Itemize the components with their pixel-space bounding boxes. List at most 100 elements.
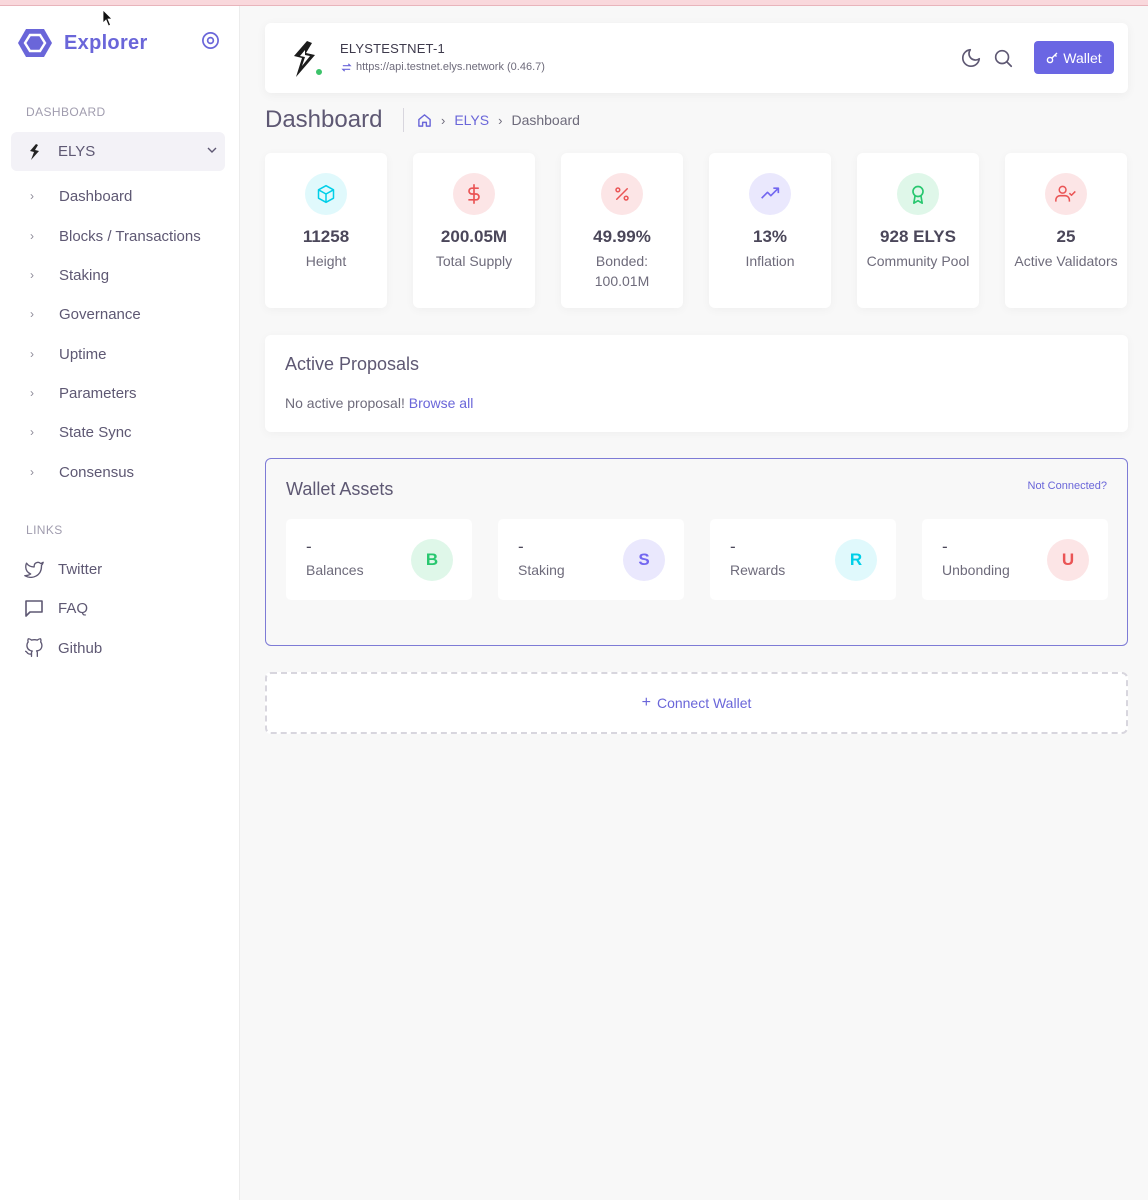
sidebar-item-consensus[interactable]: › Consensus — [30, 461, 134, 483]
brand-name: Explorer — [64, 31, 148, 54]
stat-card-height: 11258 Height — [265, 153, 387, 308]
breadcrumb: › ELYS › Dashboard — [417, 112, 580, 128]
asset-label: Staking — [518, 562, 565, 578]
breadcrumb-current: Dashboard — [511, 112, 580, 128]
refresh-icon — [341, 62, 352, 72]
asset-label: Rewards — [730, 562, 786, 578]
online-status-indicator — [314, 67, 324, 77]
asset-card-unbonding: - Unbonding U — [922, 519, 1108, 600]
asset-label: Balances — [306, 562, 364, 578]
asset-avatar: R — [835, 539, 877, 581]
no-proposals-message: No active proposal! Browse all — [285, 395, 473, 411]
section-label-dashboard: DASHBOARD — [26, 105, 106, 119]
wallet-button-label: Wallet — [1063, 49, 1102, 66]
sidebar-chain-elys[interactable]: ELYS — [11, 132, 225, 171]
asset-card-rewards: - Rewards R — [710, 519, 896, 600]
page-title: Dashboard — [265, 106, 383, 133]
sidebar-toggle-icon[interactable] — [201, 31, 220, 50]
connect-wallet-button[interactable]: + Connect Wallet — [265, 672, 1128, 734]
sidebar-item-label: Dashboard — [59, 187, 133, 205]
stat-card-active-validators: 25 Active Validators — [1005, 153, 1127, 308]
trending-up-icon — [761, 187, 780, 199]
not-connected-link[interactable]: Not Connected? — [1028, 480, 1108, 492]
chevron-right-icon: › — [30, 268, 34, 282]
breadcrumb-link-elys[interactable]: ELYS — [454, 112, 489, 128]
browse-all-link[interactable]: Browse all — [409, 395, 474, 411]
sidebar-item-governance[interactable]: › Governance — [30, 303, 141, 325]
breadcrumb-separator: › — [498, 112, 503, 128]
sidebar-item-label: Consensus — [59, 463, 135, 481]
sidebar-item-staking[interactable]: › Staking — [30, 264, 109, 286]
chain-name: ELYS — [58, 143, 96, 160]
stat-value: 49.99% — [593, 227, 651, 246]
stat-icon-circle — [601, 173, 643, 215]
sidebar-link-twitter[interactable]: Twitter — [24, 557, 102, 581]
wallet-assets-title: Wallet Assets — [286, 479, 394, 499]
stat-label: Community Pool — [866, 253, 970, 269]
asset-avatar: U — [1047, 539, 1089, 581]
stat-value: 11258 — [302, 227, 350, 246]
moon-icon[interactable] — [960, 47, 982, 69]
stat-label: Height — [305, 253, 347, 269]
section-label-links: LINKS — [26, 523, 63, 537]
stat-icon-circle — [749, 173, 791, 215]
stat-card-inflation: 13% Inflation — [709, 153, 831, 308]
explorer-logo-icon — [18, 29, 52, 57]
stat-value: 13% — [752, 227, 788, 246]
sidebar-item-blocks-transactions[interactable]: › Blocks / Transactions — [30, 225, 201, 247]
breadcrumb-separator: › — [441, 112, 446, 128]
stat-icon-circle — [1045, 173, 1087, 215]
asset-card-balances: - Balances B — [286, 519, 472, 600]
elys-logo-icon — [30, 143, 39, 160]
asset-avatar: S — [623, 539, 665, 581]
stat-label: Active Validators — [1014, 253, 1118, 269]
asset-value: - — [942, 537, 948, 556]
sidebar-item-uptime[interactable]: › Uptime — [30, 343, 107, 365]
stat-icon-circle — [305, 173, 347, 215]
asset-label: Unbonding — [942, 562, 1010, 578]
percent-icon — [615, 187, 629, 201]
stat-card-community-pool: 928 ELYS Community Pool — [857, 153, 979, 308]
wallet-button[interactable]: Wallet — [1034, 41, 1114, 74]
sidebar-item-dashboard[interactable]: › Dashboard — [30, 185, 132, 207]
user-check-icon — [1055, 185, 1076, 202]
asset-value: - — [306, 537, 312, 556]
stat-value: 200.05M — [440, 227, 508, 246]
api-endpoint[interactable]: https://api.testnet.elys.network (0.46.7… — [341, 61, 545, 73]
sidebar-item-label: Parameters — [59, 384, 137, 402]
home-icon[interactable] — [417, 113, 432, 128]
stat-label: Bonded: 100.01M — [594, 253, 650, 289]
top-navbar: ELYSTESTNET-1 https://api.testnet.elys.n… — [265, 23, 1128, 93]
sidebar-item-label: Governance — [59, 305, 141, 323]
asset-card-staking: - Staking S — [498, 519, 684, 600]
chevron-down-icon — [207, 147, 217, 153]
connect-wallet-label: Connect Wallet — [656, 695, 752, 711]
no-proposals-text: No active proposal! — [285, 395, 405, 411]
sidebar-item-label: Staking — [59, 266, 110, 284]
chevron-right-icon: › — [30, 307, 34, 321]
stat-icon-circle — [897, 173, 939, 215]
brand[interactable]: Explorer — [18, 28, 148, 58]
chevron-right-icon: › — [30, 425, 34, 439]
award-icon — [912, 185, 924, 204]
sidebar-link-label: FAQ — [58, 599, 89, 617]
stat-label: Inflation — [745, 253, 795, 269]
sidebar-item-parameters[interactable]: › Parameters — [30, 382, 137, 404]
chevron-right-icon: › — [30, 386, 34, 400]
chevron-right-icon: › — [30, 347, 34, 361]
chat-icon — [25, 600, 43, 617]
stat-icon-circle — [453, 173, 495, 215]
chevron-right-icon: › — [30, 229, 34, 243]
search-icon[interactable] — [992, 47, 1014, 69]
stat-card-total-supply: 200.05M Total Supply — [413, 153, 535, 308]
active-proposals-card: Active Proposals No active proposal! Bro… — [265, 335, 1128, 432]
plus-icon: + — [641, 694, 651, 711]
dollar-icon — [468, 184, 480, 204]
sidebar-item-label: State Sync — [59, 423, 132, 441]
github-icon — [25, 638, 43, 657]
twitter-icon — [24, 561, 44, 578]
sidebar-item-label: Uptime — [59, 345, 107, 363]
sidebar-item-state-sync[interactable]: › State Sync — [30, 421, 132, 443]
sidebar-link-faq[interactable]: FAQ — [24, 596, 88, 620]
sidebar-link-github[interactable]: Github — [24, 636, 102, 660]
